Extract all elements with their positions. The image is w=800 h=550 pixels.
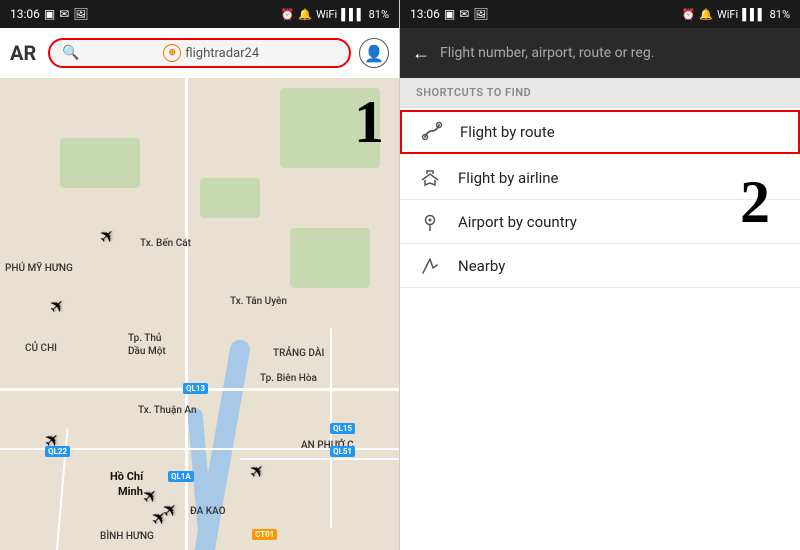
search-logo: ⊕ flightradar24 <box>85 44 337 62</box>
ar-label: AR <box>10 41 40 65</box>
status-bar-right-right: ⏰ 🔔 WiFi ▌▌▌ 81% <box>682 8 790 21</box>
battery-left: 81% <box>369 8 389 21</box>
top-bar-left: AR 🔍 ⊕ flightradar24 👤 <box>0 28 399 78</box>
volume-icon: 🔔 <box>298 8 312 21</box>
road-4 <box>240 458 399 460</box>
menu-item-label-airport: Airport by country <box>458 213 577 231</box>
ct-badge: CT01 <box>252 529 277 540</box>
sim-icon-r: ▣ <box>444 7 455 21</box>
menu-item-label-airline: Flight by airline <box>458 169 558 187</box>
map-label-da-kao: ĐA KAO <box>190 506 225 517</box>
back-arrow-icon[interactable]: ← <box>412 43 430 64</box>
signal-icon: ▌▌▌ <box>341 8 364 21</box>
green-area-3 <box>290 228 370 288</box>
wifi-icon: WiFi <box>316 8 337 21</box>
menu-item-nearby[interactable]: Nearby <box>400 244 800 288</box>
shortcuts-header: SHORTCUTS TO FIND <box>400 78 800 108</box>
mail-icon-r: ✉ <box>459 7 469 21</box>
battery-right: 81% <box>770 8 790 21</box>
nearby-icon <box>416 252 444 280</box>
menu-item-label-nearby: Nearby <box>458 257 505 275</box>
alarm-icon: ⏰ <box>281 8 295 21</box>
map-label-thu-dau-mot: Tp. Thủ <box>128 333 161 344</box>
map-label-thuan-an: Tx. Thuận An <box>138 405 197 416</box>
green-area-2 <box>200 178 260 218</box>
time-left: 13:06 <box>10 7 40 21</box>
volume-icon-r: 🔔 <box>699 8 713 21</box>
profile-icon[interactable]: 👤 <box>359 38 389 68</box>
search-header: ← Flight number, airport, route or reg. <box>400 28 800 78</box>
number-2-label: 2 <box>740 168 770 237</box>
status-bar-right: 13:06 ▣ ✉ 🖼 ⏰ 🔔 WiFi ▌▌▌ 81% <box>400 0 800 28</box>
map-label-binh-hung: BÌNH HƯNG <box>100 531 154 542</box>
number-1-label: 1 <box>354 88 384 157</box>
green-area-1 <box>60 138 140 188</box>
highway-ql1a: QL1A <box>168 471 194 482</box>
map-label-trang-dai: TRẢNG DÀI <box>273 348 324 359</box>
map-label-phu-my-hung: PHÚ MỸ HƯNG <box>5 263 73 274</box>
wifi-icon-r: WiFi <box>717 8 738 21</box>
mail-icon: ✉ <box>59 7 69 21</box>
map-label-thu-dau-mot-2: Dầu Một <box>128 346 166 357</box>
signal-icon-r: ▌▌▌ <box>742 8 765 21</box>
menu-item-flight-by-route[interactable]: Flight by route <box>400 110 800 154</box>
right-content: SHORTCUTS TO FIND Flight by route <box>400 78 800 550</box>
status-bar-right-icons: ⏰ 🔔 WiFi ▌▌▌ 81% <box>281 8 389 21</box>
photo-icon: 🖼 <box>73 7 88 21</box>
status-bar-left: 13:06 ▣ ✉ 🖼 ⏰ 🔔 WiFi ▌▌▌ 81% <box>0 0 399 28</box>
fr24-circle-icon: ⊕ <box>163 44 181 62</box>
alarm-icon-r: ⏰ <box>682 8 696 21</box>
search-bar[interactable]: 🔍 ⊕ flightradar24 <box>48 38 351 68</box>
route-icon <box>418 118 446 146</box>
map-label-bien-hoa: Tp. Biên Hòa <box>260 373 317 384</box>
map-label-hcm: Hồ Chí <box>110 470 143 483</box>
menu-item-label-route: Flight by route <box>460 123 555 141</box>
map-label-ben-cat: Tx. Bến Cát <box>140 238 191 249</box>
search-logo-text: flightradar24 <box>185 46 259 61</box>
time-right: 13:06 <box>410 7 440 21</box>
search-icon: 🔍 <box>62 45 79 61</box>
photo-icon-r: 🖼 <box>473 7 488 21</box>
airport-icon <box>416 208 444 236</box>
map-label-tan-uyen: Tx. Tân Uyên <box>230 296 287 307</box>
highway-ql15: QL15 <box>330 423 355 434</box>
map-area: PHÚ MỸ HƯNG Tx. Bến Cát Tx. Tân Uyên Tp.… <box>0 78 399 550</box>
search-placeholder[interactable]: Flight number, airport, route or reg. <box>440 45 654 61</box>
left-panel: 13:06 ▣ ✉ 🖼 ⏰ 🔔 WiFi ▌▌▌ 81% AR 🔍 ⊕ flig… <box>0 0 400 550</box>
map-label-cu-chi: CỦ CHI <box>25 343 57 354</box>
airline-icon <box>416 164 444 192</box>
highway-ql13: QL13 <box>183 383 208 394</box>
status-bar-right-left: 13:06 ▣ ✉ 🖼 <box>410 7 489 21</box>
sim-icon: ▣ <box>44 7 55 21</box>
highway-ql51: QL51 <box>330 446 355 457</box>
status-bar-left-icons: 13:06 ▣ ✉ 🖼 <box>10 7 89 21</box>
right-panel: 13:06 ▣ ✉ 🖼 ⏰ 🔔 WiFi ▌▌▌ 81% ← Flight nu… <box>400 0 800 550</box>
